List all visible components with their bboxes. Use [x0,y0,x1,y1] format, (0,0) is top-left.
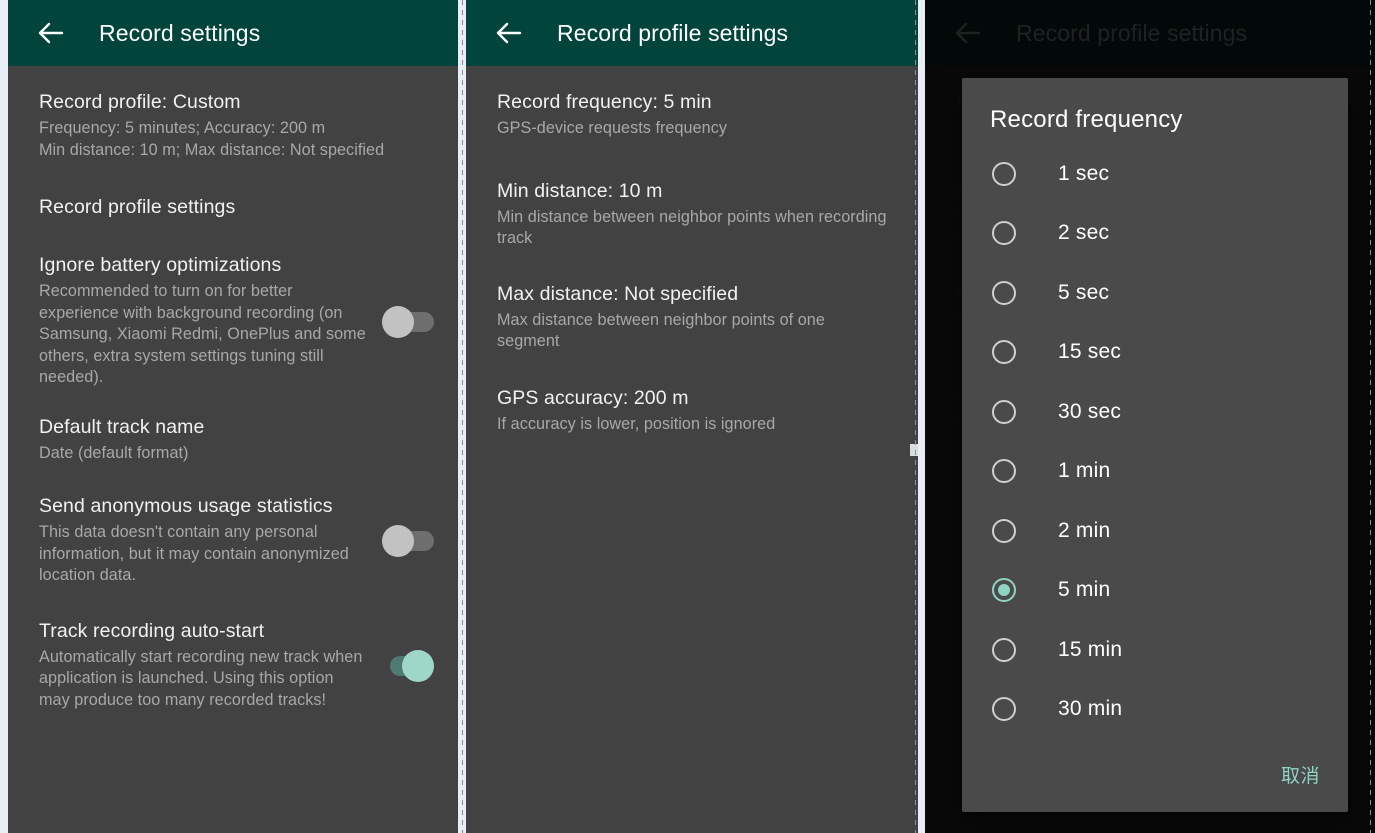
cancel-button[interactable]: 取消 [1281,761,1320,788]
radio-icon[interactable] [992,518,1016,543]
radio-option-5-sec[interactable]: 5 sec [962,263,1348,323]
screen-record-frequency-dialog: Record profile settings Record frequency… [925,0,1375,833]
pref-default-track-name[interactable]: Default track name Date (default format) [8,389,458,465]
pref-summary: Date (default format) [39,443,189,462]
pref-record-frequency[interactable]: Record frequency: 5 min GPS-device reque… [466,66,918,140]
radio-label: 30 min [1058,697,1123,721]
toggle-track-recording-auto-start[interactable] [382,649,436,683]
radio-label: 15 min [1058,637,1123,661]
settings-list: Record profile: Custom Frequency: 5 minu… [8,66,458,833]
appbar-title: Record profile settings [557,19,789,46]
pref-max-distance[interactable]: Max distance: Not specified Max distance… [466,250,918,353]
pref-title: Track recording auto-start [39,619,265,642]
radio-option-30-min[interactable]: 30 min [962,680,1348,740]
pref-summary: Min distance between neighbor points whe… [497,207,887,248]
toggle-knob [382,525,414,557]
radio-option-1-min[interactable]: 1 min [962,442,1348,502]
radio-label: 15 sec [1058,340,1122,364]
pref-title: Record frequency: 5 min [497,91,712,113]
radio-icon[interactable] [992,280,1016,305]
radio-icon[interactable] [992,697,1016,722]
pref-record-profile[interactable]: Record profile: Custom Frequency: 5 minu… [8,66,458,161]
appbar: Record settings [8,0,458,66]
scrollbar-thumb[interactable] [910,444,918,456]
pref-title: Send anonymous usage statistics [39,495,333,517]
pref-title: GPS accuracy: 200 m [497,386,689,409]
toggle-knob [382,306,414,338]
radio-icon[interactable] [992,459,1016,484]
pref-ignore-battery-optimizations[interactable]: Ignore battery optimizations Recommended… [8,220,458,389]
toggle-knob [402,649,434,682]
radio-label: 2 min [1058,518,1111,542]
radio-label: 30 sec [1058,399,1122,423]
radio-icon[interactable] [992,221,1016,246]
radio-option-15-sec[interactable]: 15 sec [962,323,1348,383]
appbar-title: Record settings [99,19,261,46]
radio-icon[interactable] [992,161,1016,186]
pref-summary: This data doesn't contain any personal i… [39,523,349,584]
pref-summary: If accuracy is lower, position is ignore… [497,414,776,433]
radio-option-15-min[interactable]: 15 min [962,620,1348,680]
pref-summary: Max distance between neighbor points of … [497,310,825,351]
pref-title: Max distance: Not specified [497,282,739,305]
radio-option-2-min[interactable]: 2 min [962,501,1348,561]
pref-summary: Frequency: 5 minutes; Accuracy: 200 m Mi… [39,119,385,159]
pref-send-anonymous-usage-statistics[interactable]: Send anonymous usage statistics This dat… [8,464,458,587]
pref-title: Ignore battery optimizations [39,254,282,276]
appbar: Record profile settings [466,0,918,66]
pref-summary: GPS-device requests frequency [497,119,727,137]
pref-title: Min distance: 10 m [497,179,663,202]
radio-label: 5 min [1058,578,1111,602]
pref-title: Record profile settings [39,196,236,218]
pref-min-distance[interactable]: Min distance: 10 m Min distance between … [466,140,918,250]
pref-summary: Automatically start recording new track … [39,647,363,709]
back-arrow-icon[interactable] [36,18,66,48]
pref-track-recording-auto-start[interactable]: Track recording auto-start Automatically… [8,587,458,712]
radio-label: 1 min [1058,459,1111,483]
toggle-ignore-battery-optimizations[interactable] [382,305,436,339]
record-frequency-dialog: Record frequency 1 sec 2 sec 5 sec 15 se… [962,78,1348,812]
radio-icon-selected[interactable] [992,578,1016,603]
radio-option-1-sec[interactable]: 1 sec [962,144,1348,204]
radio-icon[interactable] [992,399,1016,424]
radio-option-2-sec[interactable]: 2 sec [962,204,1348,264]
toggle-send-anonymous-usage-statistics[interactable] [382,524,436,558]
radio-label: 2 sec [1058,221,1110,245]
screen-record-profile-settings: Record profile settings Record frequency… [466,0,918,833]
pref-summary: Recommended to turn on for better experi… [39,282,366,386]
radio-label: 1 sec [1058,161,1110,185]
pref-gps-accuracy[interactable]: GPS accuracy: 200 m If accuracy is lower… [466,353,918,436]
pref-title: Record profile: Custom [39,91,241,113]
radio-option-5-min[interactable]: 5 min [962,561,1348,621]
record-frequency-options: 1 sec 2 sec 5 sec 15 sec 30 sec 1 min 2 … [962,144,1348,743]
back-arrow-icon[interactable] [494,18,524,48]
panel-separator [462,0,463,833]
dialog-actions: 取消 [962,743,1348,806]
screen-record-settings: Record settings Record profile: Custom F… [8,0,458,833]
radio-icon[interactable] [992,340,1016,365]
settings-list: Record frequency: 5 min GPS-device reque… [466,66,918,833]
pref-title: Default track name [39,415,205,438]
pref-record-profile-settings[interactable]: Record profile settings [8,161,458,220]
radio-option-30-sec[interactable]: 30 sec [962,382,1348,442]
screenshot-root: Record settings Record profile: Custom F… [0,0,1375,833]
radio-label: 5 sec [1058,280,1110,304]
radio-icon[interactable] [992,637,1016,662]
dialog-title: Record frequency [990,106,1183,133]
